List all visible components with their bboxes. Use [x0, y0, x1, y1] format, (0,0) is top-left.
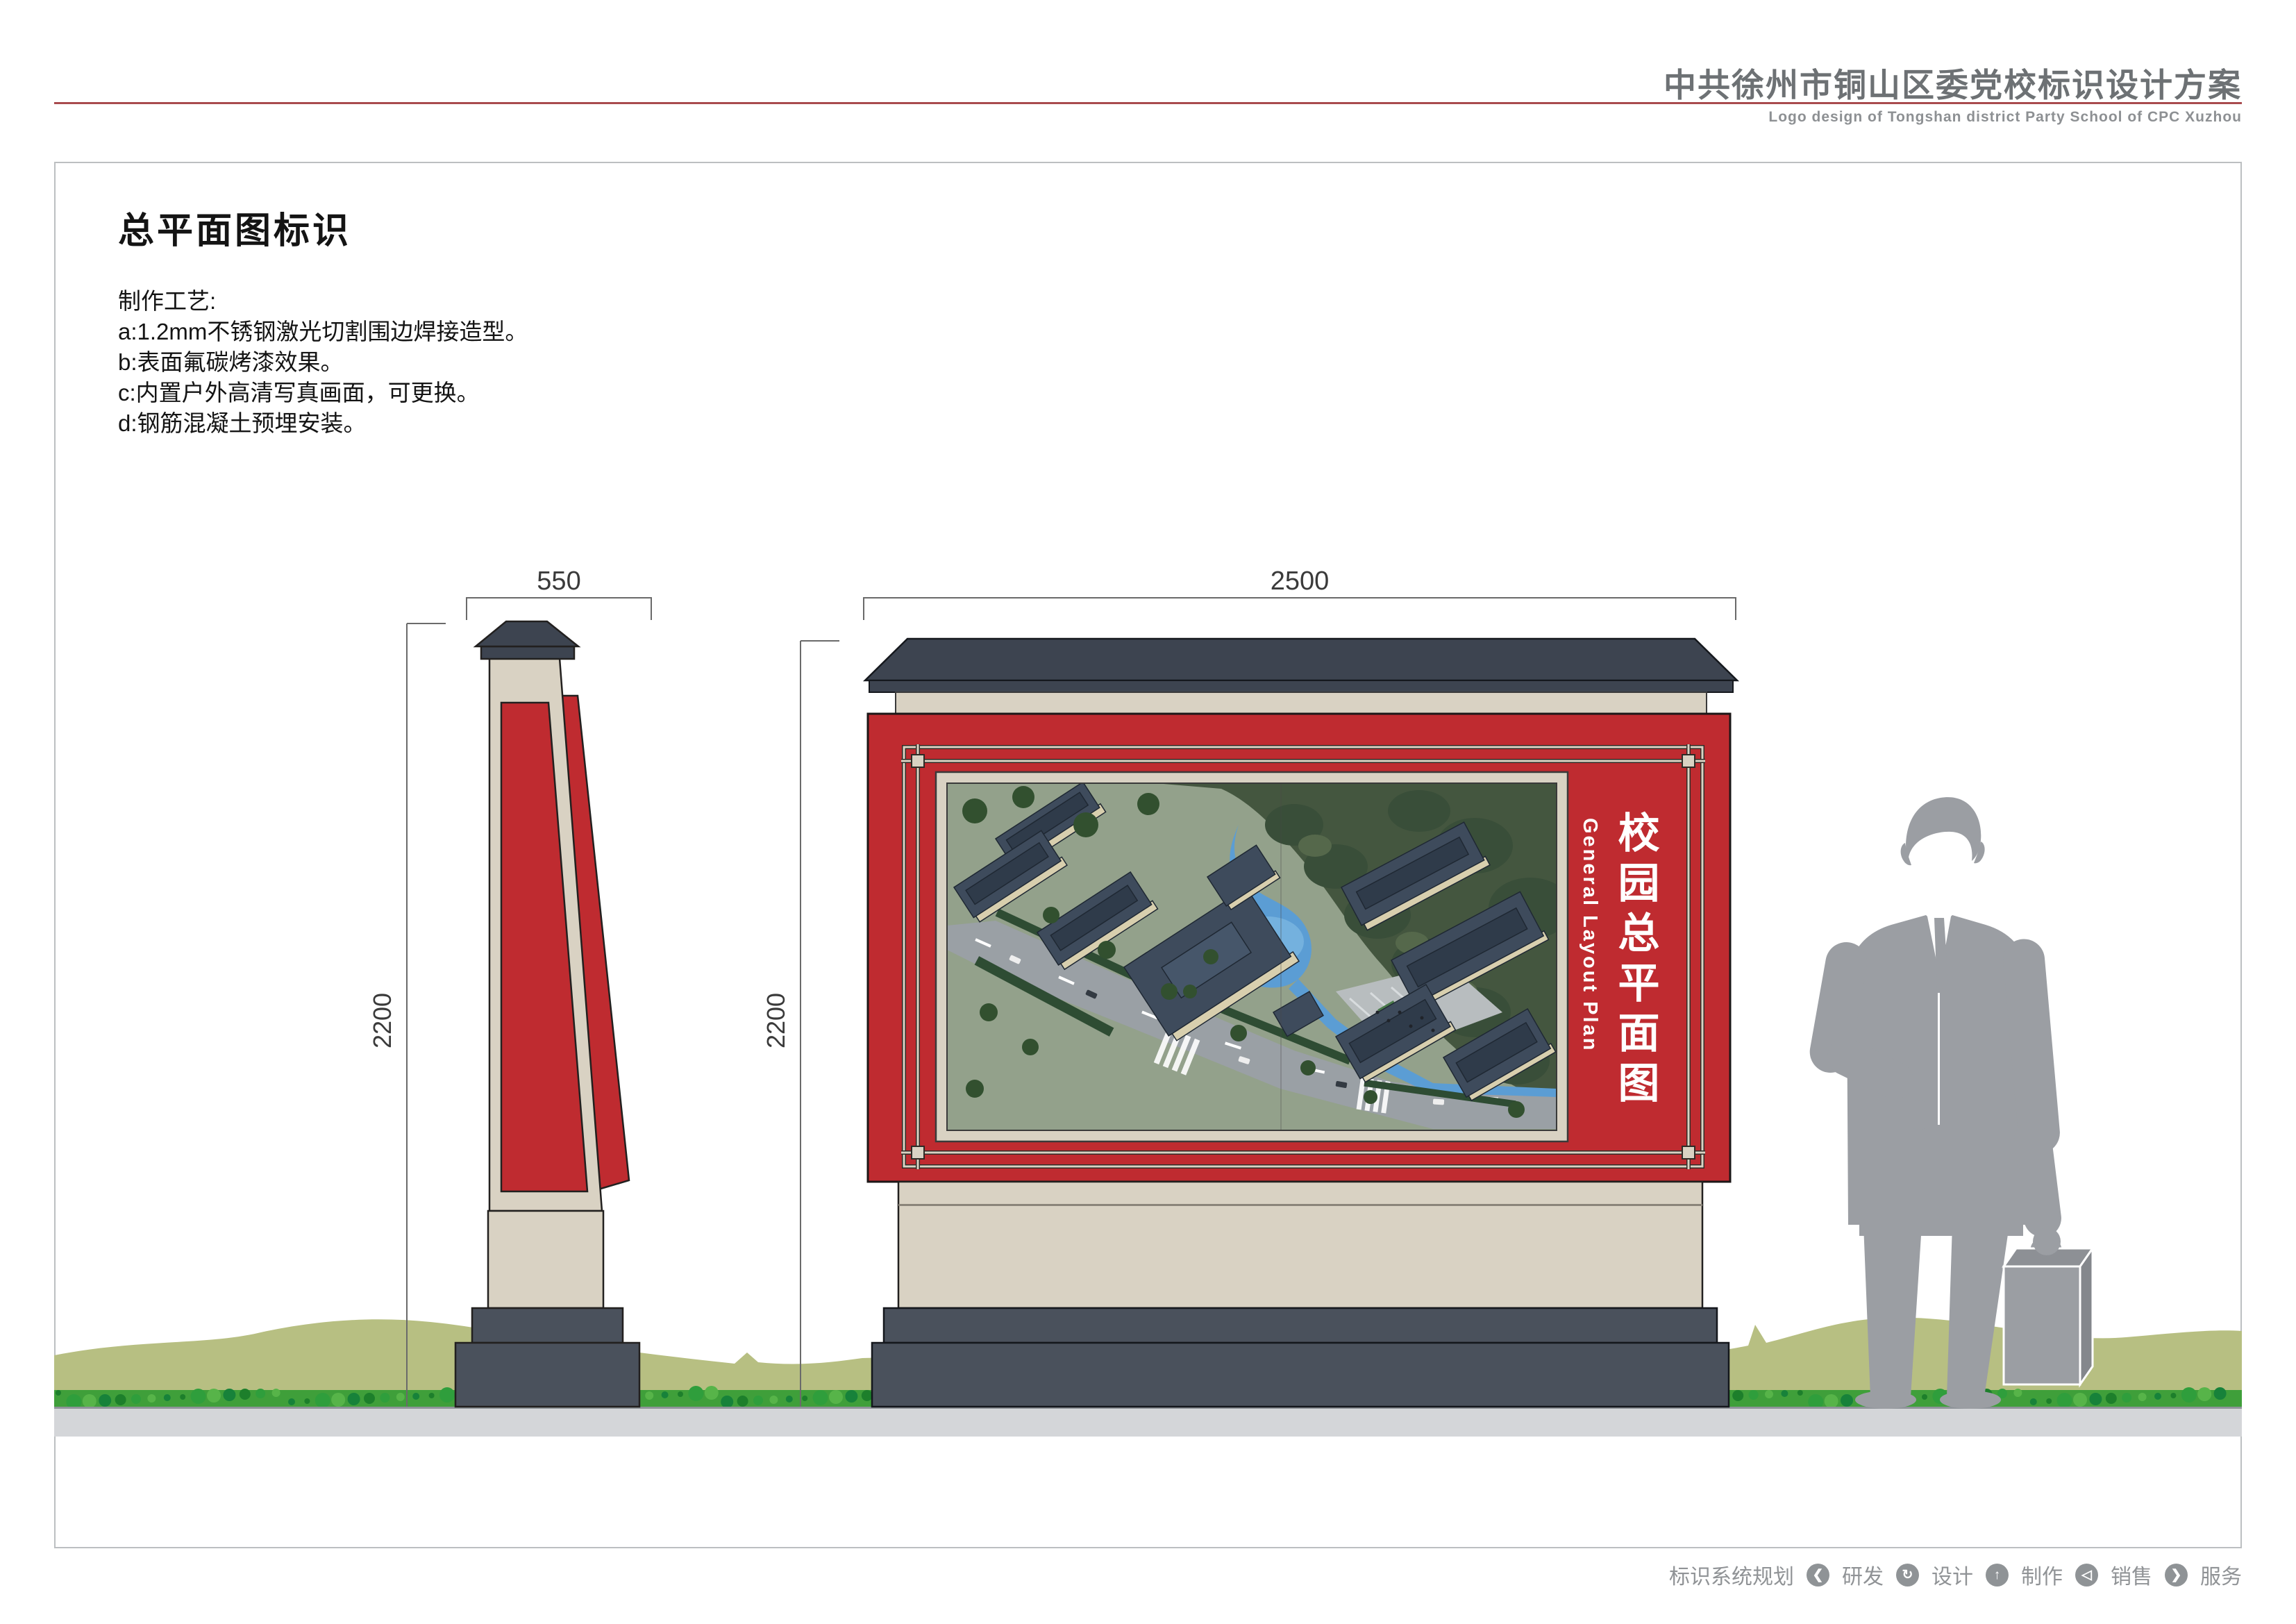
footer-label: 研发 [1842, 1559, 1884, 1590]
footer-label: 制作 [2021, 1559, 2063, 1590]
footer-label: 设计 [1932, 1559, 1973, 1590]
arrow-left-circle-icon: ❮ [1807, 1564, 1829, 1587]
front-plinth-lower [872, 1343, 1729, 1407]
footer-label: 标识系统规划 [1669, 1559, 1794, 1590]
dim-label-2200-side: 2200 [368, 993, 396, 1048]
side-cap-band [481, 646, 574, 659]
front-pedestal-seam [898, 1204, 1702, 1206]
dim-label-2500: 2500 [1271, 567, 1330, 596]
arrow-cycle-circle-icon: ↻ [1896, 1564, 1919, 1587]
panel-title-cn: 校园总平面图 [1609, 811, 1661, 1137]
briefcase [2004, 1228, 2093, 1384]
side-plinth-lower [455, 1343, 639, 1407]
human-figure-silhouette [1807, 797, 2093, 1409]
triangle-left-circle-icon: ◁ [2075, 1564, 2098, 1587]
dim-label-550: 550 [537, 567, 580, 596]
front-view-sign [865, 639, 1737, 1407]
side-base [488, 1211, 603, 1308]
footer-label: 销售 [2111, 1559, 2152, 1590]
front-neck [896, 692, 1707, 714]
campus-aerial-photo [947, 780, 1572, 1130]
elevation-drawing: 550 2500 2200 2200 [0, 0, 2296, 1624]
footer-services: 标识系统规划 ❮ 研发 ↻ 设计 ↑ 制作 ◁ 销售 ❯ 服务 [1669, 1559, 2242, 1590]
arrow-right-circle-icon: ❯ [2165, 1564, 2188, 1587]
dim-label-2200-front: 2200 [762, 993, 790, 1048]
front-pedestal [898, 1182, 1702, 1308]
front-roof-band [869, 680, 1733, 692]
arrow-up-circle-icon: ↑ [1986, 1564, 2009, 1587]
front-plinth-upper [884, 1308, 1717, 1343]
ground-strip [54, 1409, 2242, 1437]
side-view-sign [455, 621, 639, 1407]
front-roof [865, 639, 1737, 680]
side-plinth-upper [472, 1308, 623, 1343]
panel-title-en: General Layout Plan [1576, 818, 1604, 1132]
side-roof-cap [476, 621, 578, 646]
footer-label: 服务 [2200, 1559, 2242, 1590]
